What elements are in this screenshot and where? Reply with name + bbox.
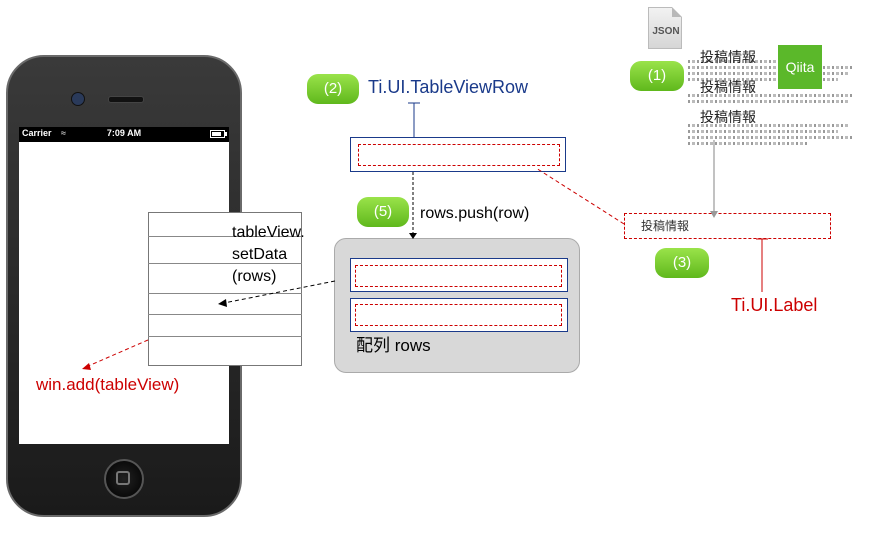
setdata-arrow xyxy=(223,280,336,304)
push-arrowhead xyxy=(409,233,417,239)
json-arrowhead xyxy=(710,211,718,218)
win-add-arrowhead xyxy=(82,363,91,370)
label-red-connector xyxy=(535,167,625,225)
setdata-arrowhead xyxy=(218,299,227,307)
win-add-arrow xyxy=(85,339,149,368)
connector-lines xyxy=(82,102,768,370)
